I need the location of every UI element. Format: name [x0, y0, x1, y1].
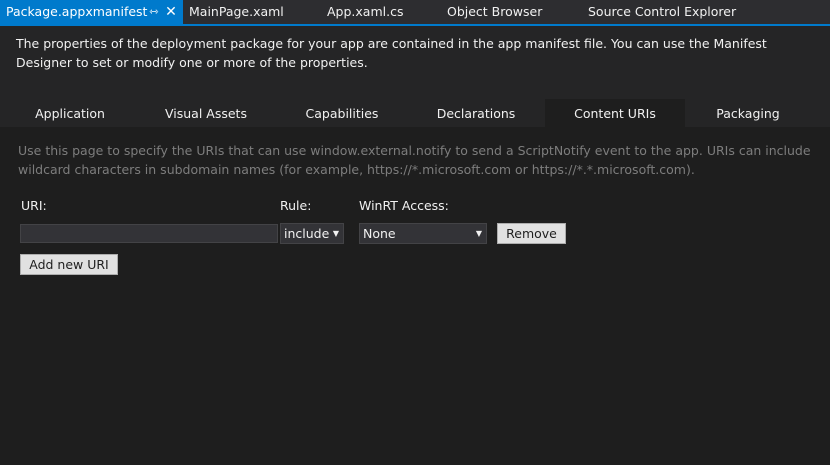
uri-input[interactable]	[20, 224, 278, 243]
doc-tab-source-control-explorer[interactable]: Source Control Explorer	[582, 0, 772, 24]
close-icon[interactable]: ✕	[165, 0, 177, 24]
winrt-access-label: WinRT Access:	[359, 198, 449, 213]
dropdown-arrow-icon: ▼	[475, 229, 482, 238]
tab-content-uris[interactable]: Content URIs	[545, 99, 685, 127]
dropdown-arrow-icon: ▼	[332, 229, 339, 238]
tab-accent-line	[0, 24, 830, 26]
doc-tab-object-browser[interactable]: Object Browser	[441, 0, 566, 24]
uri-label: URI:	[21, 198, 47, 213]
doc-tab-label: Object Browser	[447, 4, 543, 19]
tab-packaging[interactable]: Packaging	[678, 99, 818, 127]
doc-tab-package-appxmanifest[interactable]: Package.appxmanifest ⇿ ✕	[0, 0, 183, 24]
manifest-description: The properties of the deployment package…	[16, 36, 767, 70]
doc-tab-label: App.xaml.cs	[327, 4, 404, 19]
doc-tab-label: Source Control Explorer	[588, 4, 737, 19]
tab-application[interactable]: Application	[0, 99, 140, 127]
doc-tab-mainpage-xaml[interactable]: MainPage.xaml	[183, 0, 303, 24]
content-uris-description: Use this page to specify the URIs that c…	[18, 143, 811, 177]
tab-capabilities[interactable]: Capabilities	[272, 99, 412, 127]
remove-button[interactable]: Remove	[497, 223, 566, 244]
tab-visual-assets[interactable]: Visual Assets	[136, 99, 276, 127]
tab-declarations[interactable]: Declarations	[406, 99, 546, 127]
rule-dropdown-value: include	[284, 226, 330, 241]
pin-icon[interactable]: ⇿	[148, 0, 160, 24]
rule-dropdown[interactable]: include ▼	[280, 223, 344, 244]
winrt-access-dropdown-value: None	[363, 226, 396, 241]
document-tab-strip: Package.appxmanifest ⇿ ✕ MainPage.xaml A…	[0, 0, 830, 24]
doc-tab-label: MainPage.xaml	[189, 4, 284, 19]
winrt-access-dropdown[interactable]: None ▼	[359, 223, 487, 244]
doc-tab-label: Package.appxmanifest	[6, 4, 148, 19]
add-new-uri-button[interactable]: Add new URI	[20, 254, 118, 275]
manifest-designer-tabs: Application Visual Assets Capabilities D…	[0, 99, 830, 127]
doc-tab-app-xaml-cs[interactable]: App.xaml.cs	[321, 0, 421, 24]
rule-label: Rule:	[280, 198, 312, 213]
